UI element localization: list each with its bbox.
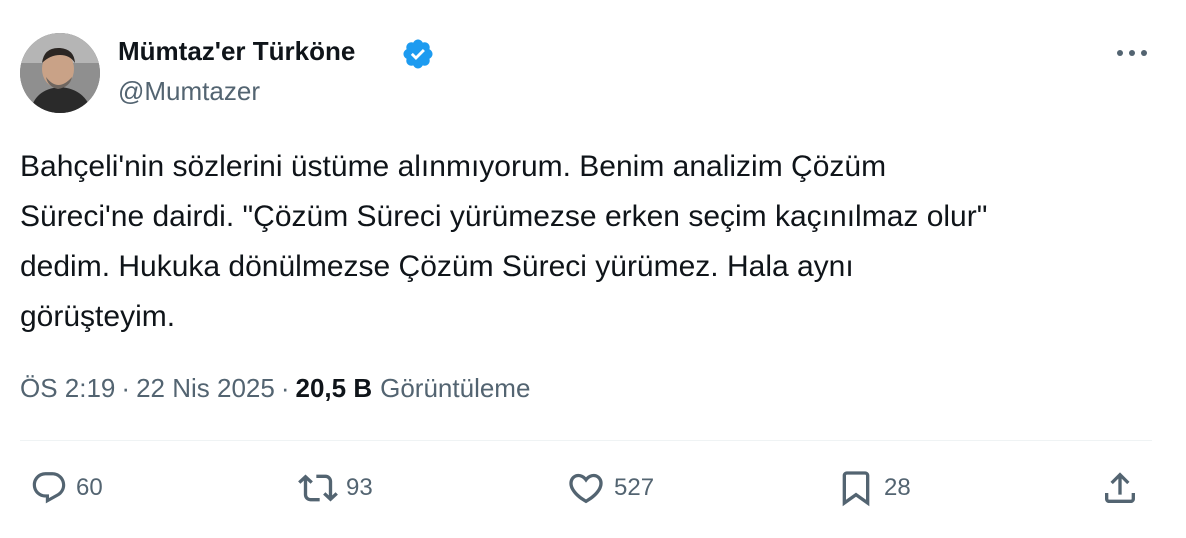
author-handle[interactable]: @Mumtazer xyxy=(118,76,260,107)
author-name[interactable]: Mümtaz'er Türköne xyxy=(118,36,355,67)
more-options-button[interactable] xyxy=(1112,38,1152,68)
meta-separator: · xyxy=(121,372,131,403)
heart-icon xyxy=(569,473,603,504)
like-count: 527 xyxy=(614,474,655,501)
bookmark-button[interactable]: 28 xyxy=(836,468,911,508)
verified-badge-icon xyxy=(403,39,433,69)
tweet-text: Bahçeli'nin sözlerini üstüme alınmıyorum… xyxy=(20,142,1160,342)
tweet-text-line: Süreci'ne dairdi. "Çözüm Süreci yürümezs… xyxy=(20,200,988,233)
bookmark-count: 28 xyxy=(884,474,911,501)
tweet-text-line: Bahçeli'nin sözlerini üstüme alınmıyorum… xyxy=(20,150,887,183)
meta-separator: · xyxy=(280,372,290,403)
reply-count: 60 xyxy=(76,474,103,501)
retweet-button[interactable]: 93 xyxy=(298,468,373,508)
tweet-meta: ÖS 2:19 · 22 Nis 2025 · 20,5 B Görüntüle… xyxy=(20,370,530,406)
tweet-text-line: dedim. Hukuka dönülmezse Çözüm Süreci yü… xyxy=(20,250,854,283)
reply-bubble-icon xyxy=(32,472,66,504)
more-dots-icon xyxy=(1117,50,1147,56)
tweet-date[interactable]: 22 Nis 2025 xyxy=(136,373,275,404)
retweet-count: 93 xyxy=(346,474,373,501)
views-label[interactable]: Görüntüleme xyxy=(380,373,530,404)
like-button[interactable]: 527 xyxy=(566,468,654,508)
views-count[interactable]: 20,5 B xyxy=(296,373,373,404)
reply-button[interactable]: 60 xyxy=(30,468,103,508)
share-upload-icon xyxy=(1105,472,1135,503)
bookmark-icon xyxy=(842,471,870,507)
share-button[interactable] xyxy=(1100,468,1140,508)
tweet-card: Mümtaz'er Türköne @Mumtazer Bahçeli'nin … xyxy=(0,0,1186,538)
retweet-icon xyxy=(298,474,338,502)
avatar[interactable] xyxy=(20,33,100,113)
avatar-image xyxy=(20,33,100,113)
tweet-text-line: görüşteyim. xyxy=(20,300,176,333)
divider xyxy=(20,440,1152,441)
tweet-time[interactable]: ÖS 2:19 xyxy=(20,373,115,404)
